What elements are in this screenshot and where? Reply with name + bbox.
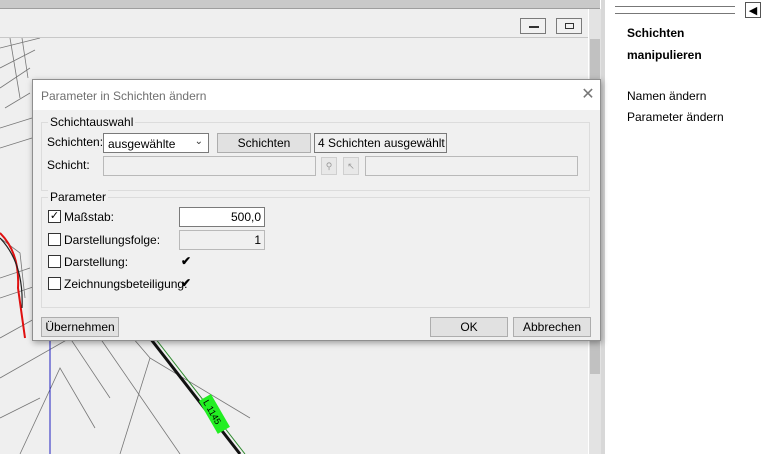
close-icon[interactable]: ✕ bbox=[579, 86, 597, 104]
scale-label: Maßstab: bbox=[64, 210, 115, 224]
display-value-check-icon[interactable]: ✔ bbox=[181, 254, 191, 268]
scale-checkbox[interactable]: ✓ bbox=[48, 210, 61, 223]
display-order-label: Darstellungsfolge: bbox=[64, 233, 161, 247]
layer-selection-group: Schichtauswahl Schichten: ausgewählte ⌄ … bbox=[41, 115, 590, 191]
map-window-bar bbox=[0, 9, 588, 38]
layer-name-field bbox=[365, 156, 578, 176]
drawing-participation-checkbox[interactable] bbox=[48, 277, 61, 290]
layer-label: Schicht: bbox=[47, 158, 90, 172]
pick-layer-icon: ↖ bbox=[343, 157, 359, 175]
minimize-button[interactable] bbox=[520, 18, 546, 34]
apply-button[interactable]: Übernehmen bbox=[41, 317, 119, 337]
dialog-title: Parameter in Schichten ändern bbox=[41, 89, 207, 103]
choose-layers-button[interactable]: Schichten wählen bbox=[217, 133, 311, 168]
display-order-input: 1 bbox=[179, 230, 265, 250]
side-panel: ◀ Schichten manipulieren Namen ändern Pa… bbox=[605, 0, 763, 454]
chevron-down-icon: ⌄ bbox=[194, 136, 203, 147]
ok-button[interactable]: OK bbox=[430, 317, 508, 337]
cancel-button[interactable]: Abbrechen bbox=[513, 317, 591, 337]
scale-input[interactable]: 500,0 bbox=[179, 207, 265, 227]
selection-status: 4 Schichten ausgewählt bbox=[314, 133, 447, 153]
link-change-parameters[interactable]: Parameter ändern bbox=[627, 110, 724, 124]
panel-grip[interactable] bbox=[615, 6, 735, 14]
drawing-participation-check-icon[interactable]: ✔ bbox=[181, 276, 191, 290]
display-order-checkbox[interactable] bbox=[48, 233, 61, 246]
layer-field bbox=[103, 156, 316, 176]
link-rename-layers[interactable]: Namen ändern bbox=[627, 89, 706, 103]
display-checkbox[interactable] bbox=[48, 255, 61, 268]
layers-label: Schichten: bbox=[47, 135, 104, 149]
search-layer-icon: ⚲ bbox=[321, 157, 337, 175]
panel-title: Schichten manipulieren bbox=[627, 26, 702, 62]
layers-select[interactable]: ausgewählte ⌄ bbox=[103, 133, 209, 153]
parameter-legend: Parameter bbox=[48, 190, 109, 204]
display-label: Darstellung: bbox=[64, 255, 129, 269]
drawing-participation-label: Zeichnungsbeteiligung: bbox=[64, 277, 188, 291]
parameter-group: Parameter ✓ Maßstab: 500,0 Darstellungsf… bbox=[41, 190, 590, 308]
layer-selection-legend: Schichtauswahl bbox=[48, 115, 136, 129]
layers-select-value: ausgewählte bbox=[108, 137, 176, 151]
restore-button[interactable] bbox=[556, 18, 582, 34]
road-line bbox=[148, 337, 242, 454]
app-title-bar bbox=[0, 0, 600, 9]
parameter-dialog: Parameter in Schichten ändern ✕ Schichta… bbox=[32, 79, 601, 341]
dialog-title-bar: Parameter in Schichten ändern ✕ bbox=[33, 80, 600, 110]
minimize-icon bbox=[529, 26, 539, 28]
restore-icon bbox=[565, 23, 574, 29]
collapse-arrow-icon[interactable]: ◀ bbox=[745, 2, 761, 18]
